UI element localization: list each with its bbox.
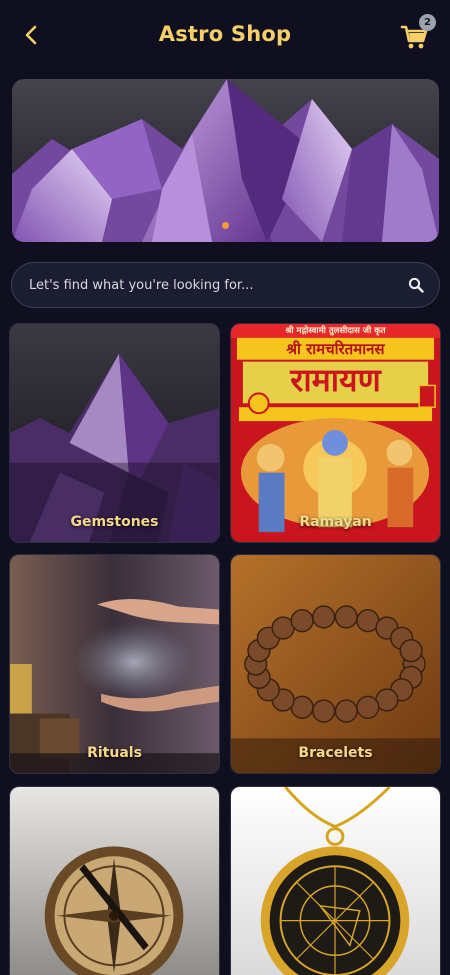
cart-count-badge: 2 — [419, 14, 436, 31]
category-card-bracelets[interactable]: Bracelets — [230, 554, 441, 774]
bead-icon — [312, 699, 336, 723]
search-icon — [408, 277, 424, 293]
category-label: Rituals — [87, 745, 142, 761]
bead-icon — [290, 609, 314, 633]
gemstones-image — [10, 324, 219, 542]
category-label: Gemstones — [70, 514, 159, 530]
promo-banner[interactable] — [12, 79, 439, 242]
category-card-gemstones[interactable]: Gemstones — [9, 323, 220, 543]
compass-image — [10, 787, 219, 975]
category-card-rituals[interactable]: Rituals — [9, 554, 220, 774]
bead-icon — [356, 695, 380, 719]
bead-icon — [312, 605, 336, 629]
ramayan-cover-topline: श्री मद्गोस्वामी तुलसीदास जी कृत — [285, 326, 386, 336]
ramayan-cover-title: रामायण — [290, 361, 381, 399]
category-card-pendants[interactable] — [230, 786, 441, 975]
bracelets-image — [231, 555, 440, 773]
search-button[interactable] — [393, 262, 439, 308]
zodiac-pendant-image — [231, 787, 440, 975]
category-label: Bracelets — [298, 745, 373, 761]
amethyst-banner-image — [12, 79, 439, 242]
bead-icon — [334, 699, 358, 723]
cart-button[interactable]: 2 — [400, 14, 436, 50]
bead-icon — [334, 605, 358, 629]
carousel-indicator[interactable] — [222, 222, 229, 229]
rituals-image — [10, 555, 219, 773]
search-bar[interactable] — [11, 262, 440, 308]
category-card-compass[interactable] — [9, 786, 220, 975]
page-title: Astro Shop — [158, 22, 292, 46]
category-card-ramayan[interactable]: श्री मद्गोस्वामी तुलसीदास जी कृत श्री रा… — [230, 323, 441, 543]
app-header: Astro Shop 2 — [0, 0, 450, 74]
search-input[interactable] — [12, 263, 393, 307]
category-label: Ramayan — [299, 514, 372, 530]
ramayan-cover-subtitle: श्री रामचरितमानस — [286, 340, 385, 358]
bead-icon — [399, 638, 423, 663]
